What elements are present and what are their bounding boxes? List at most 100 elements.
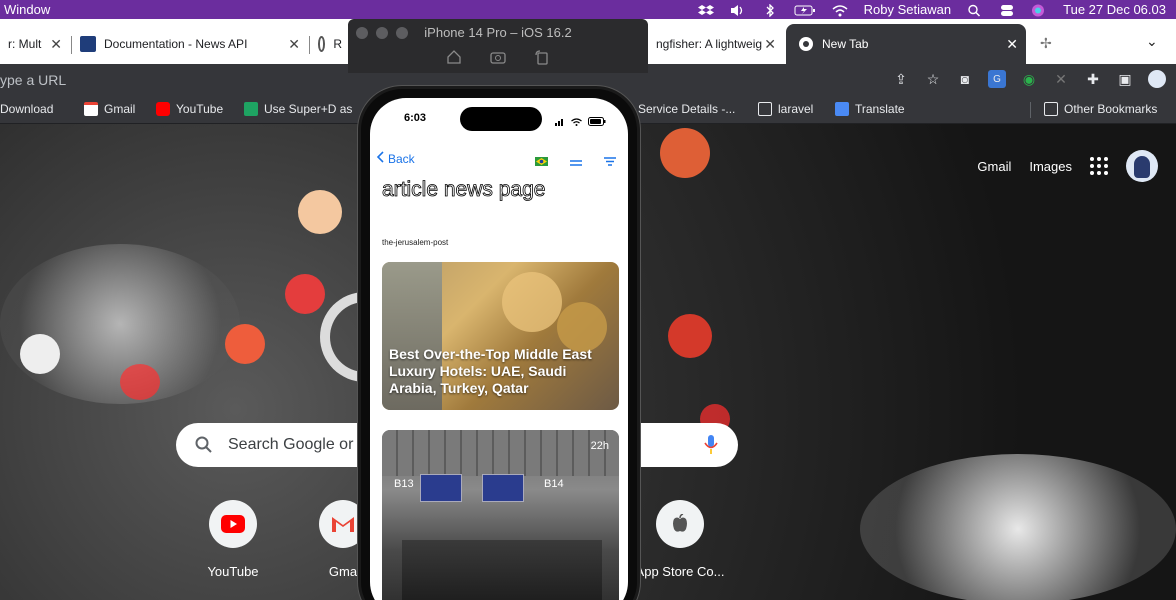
article-image: [382, 430, 619, 476]
bookmark-label: Translate: [855, 102, 905, 116]
share-icon[interactable]: ⇪: [892, 70, 910, 88]
tab-mult[interactable]: r: Mult ✕: [0, 24, 70, 64]
close-icon[interactable]: ✕: [1006, 36, 1018, 53]
background-bokeh: [298, 190, 342, 234]
gmail-icon: [84, 102, 98, 116]
tab-label: ngfisher: A lightweig: [656, 37, 763, 51]
menu-window[interactable]: Window: [4, 0, 50, 19]
bookmark-label: YouTube: [176, 102, 224, 116]
airport-sign: [420, 474, 462, 502]
gmail-link[interactable]: Gmail: [977, 159, 1011, 174]
chevron-left-icon: [376, 151, 384, 166]
airport-sign: [482, 474, 524, 502]
sheets-icon: [244, 102, 258, 116]
article-card[interactable]: Best Over-the-Top Middle East Luxury Hot…: [382, 262, 619, 410]
rotate-device-icon[interactable]: [534, 49, 550, 65]
folder-icon: [758, 102, 772, 116]
menu-lines-icon[interactable]: [570, 153, 582, 171]
close-icon[interactable]: ✕: [764, 36, 776, 53]
close-icon[interactable]: ✕: [288, 36, 300, 53]
dynamic-island: [460, 107, 542, 131]
country-flag-icon[interactable]: [535, 153, 548, 171]
siri-icon[interactable]: [1031, 3, 1047, 17]
camera-extension-icon[interactable]: ◙: [956, 70, 974, 88]
menubar-status-area: Roby Setiawan Tue 27 Dec 06.03: [697, 0, 1166, 19]
battery-icon: [588, 113, 606, 131]
bookmark-super-d[interactable]: Use Super+D as: [244, 102, 352, 116]
google-translate-icon[interactable]: G: [988, 70, 1006, 88]
extensions-puzzle-icon[interactable]: ✚: [1084, 70, 1102, 88]
tab-fisher[interactable]: ngfisher: A lightweig ✕: [648, 24, 784, 64]
filter-icon[interactable]: [604, 153, 616, 171]
bookmark-download[interactable]: Download: [0, 102, 53, 116]
wifi-icon[interactable]: [832, 3, 848, 17]
gate-sign-right: B14: [544, 478, 564, 490]
account-avatar[interactable]: [1126, 150, 1158, 182]
shortcut-label: YouTube: [207, 564, 259, 579]
menubar-datetime[interactable]: Tue 27 Dec 06.03: [1063, 0, 1166, 19]
article-image-crowd: [402, 540, 602, 600]
bookmarks-divider: [1030, 102, 1031, 118]
bookmark-other-bookmarks[interactable]: Other Bookmarks: [1044, 102, 1157, 116]
tab-label: R: [333, 37, 342, 51]
bookmark-star-icon[interactable]: ☆: [924, 70, 942, 88]
background-bokeh: [20, 334, 60, 374]
simulator-window-titlebar: iPhone 14 Pro – iOS 16.2: [348, 19, 648, 73]
side-panel-icon[interactable]: ▣: [1116, 70, 1134, 88]
screenshot-camera-icon[interactable]: [490, 49, 506, 65]
close-icon[interactable]: ✕: [50, 36, 62, 53]
status-icons: [555, 113, 606, 131]
status-time: 6:03: [404, 112, 427, 124]
article-card[interactable]: 22h B13 B14: [382, 430, 619, 600]
google-apps-icon[interactable]: [1090, 157, 1108, 175]
bookmark-gmail[interactable]: Gmail: [84, 102, 135, 116]
shortcut-youtube[interactable]: YouTube: [177, 500, 289, 579]
images-link[interactable]: Images: [1029, 159, 1072, 174]
background-bokeh: [668, 314, 712, 358]
bookmark-service-details[interactable]: Service Details -...: [638, 102, 735, 116]
tab-label: r: Mult: [8, 37, 42, 51]
iphone-screen: 6:03 Back article news page the-jerusale…: [370, 98, 628, 600]
tab-new-tab[interactable]: New Tab ✕: [786, 24, 1026, 64]
article-headline: Best Over-the-Top Middle East Luxury Hot…: [389, 346, 592, 396]
new-tab-plus-icon[interactable]: ✢: [1040, 35, 1052, 52]
home-icon[interactable]: [446, 49, 462, 65]
newsapi-icon: [80, 36, 96, 52]
tab-newsapi-docs[interactable]: Documentation - News API ✕: [72, 24, 308, 64]
back-button[interactable]: Back: [376, 151, 415, 166]
tab-label: Documentation - News API: [104, 37, 248, 51]
tab-github[interactable]: R: [310, 24, 350, 64]
page-title: article news page: [382, 178, 546, 202]
shortcut-app-store-connect[interactable]: App Store Co...: [624, 500, 736, 579]
simulator-toolbar: [348, 49, 648, 65]
tab-search-chevron-icon[interactable]: ⌄: [1146, 33, 1158, 50]
volume-icon[interactable]: [730, 3, 746, 16]
navigation-bar: Back: [370, 150, 628, 170]
shortcut-label: App Store Co...: [635, 564, 725, 579]
battery-icon[interactable]: [794, 3, 816, 16]
iphone-simulator-device: 6:03 Back article news page the-jerusale…: [358, 86, 640, 600]
profile-avatar[interactable]: [1148, 70, 1166, 88]
x-extension-icon[interactable]: ✕: [1052, 70, 1070, 88]
control-center-icon[interactable]: [999, 3, 1015, 16]
spotlight-search-icon[interactable]: [967, 3, 983, 17]
eye-extension-icon[interactable]: ◉: [1020, 70, 1038, 88]
bookmark-translate[interactable]: Translate: [835, 102, 905, 116]
bookmark-laravel[interactable]: laravel: [758, 102, 813, 116]
youtube-icon: [209, 500, 257, 548]
bookmark-youtube[interactable]: YouTube: [156, 102, 223, 116]
macos-menu-bar: Window Roby Setiawan Tue 27 Dec 06.03: [0, 0, 1176, 19]
dropbox-icon[interactable]: [697, 3, 714, 16]
folder-icon: [1044, 102, 1058, 116]
menubar-user[interactable]: Roby Setiawan: [864, 0, 951, 19]
bookmark-label: Download: [0, 102, 54, 116]
microphone-icon[interactable]: [704, 434, 718, 456]
nav-actions: [535, 153, 616, 171]
translate-icon: [835, 102, 849, 116]
bluetooth-icon[interactable]: [762, 3, 778, 18]
toolbar-actions: ⇪ ☆ ◙ G ◉ ✕ ✚ ▣: [892, 70, 1166, 88]
github-icon: [318, 36, 326, 52]
background-bokeh: [225, 324, 265, 364]
bookmark-label: laravel: [778, 102, 814, 116]
background-bokeh: [120, 364, 160, 400]
